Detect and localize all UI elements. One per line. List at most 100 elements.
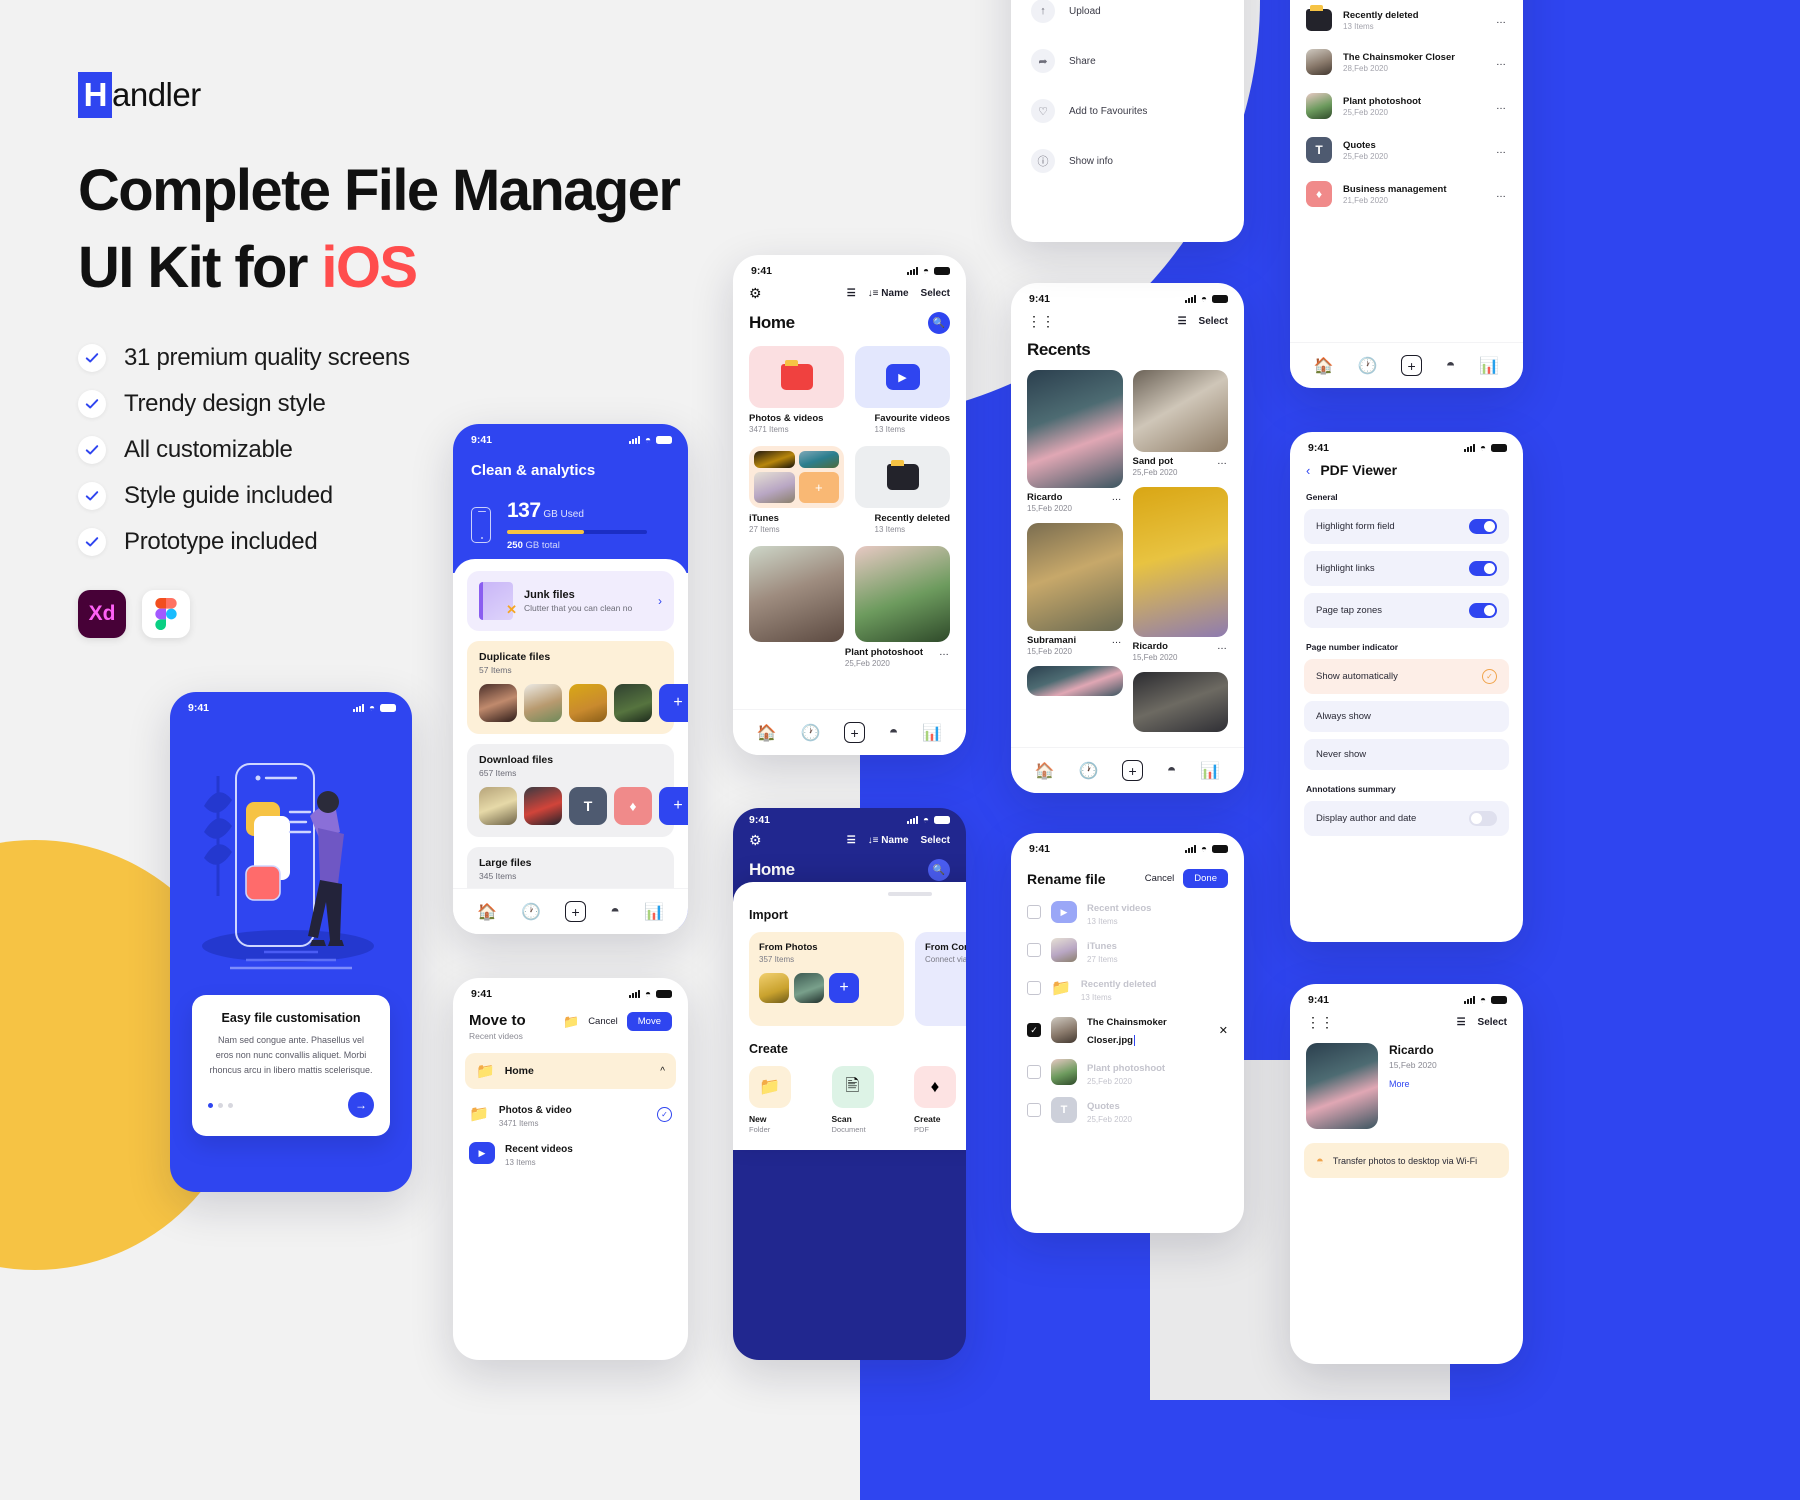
- toggle-switch[interactable]: [1469, 603, 1497, 618]
- more-options-icon[interactable]: …: [939, 647, 950, 658]
- tab-add[interactable]: +: [565, 901, 587, 922]
- photo-thumbnail[interactable]: [1027, 523, 1123, 631]
- filter-icon[interactable]: ⋮⋮: [1027, 313, 1055, 330]
- list-view-icon[interactable]: ☰: [1457, 1017, 1466, 1028]
- wifi-transfer-banner[interactable]: ◓ Transfer photos to desktop via Wi-Fi: [1304, 1143, 1509, 1178]
- tab-analytics[interactable]: 📊: [1479, 356, 1499, 376]
- list-item[interactable]: 📁 Photos & video 3471 Items ✓: [453, 1089, 688, 1128]
- tab-wifi[interactable]: ◓: [1167, 762, 1177, 780]
- screen-onboarding[interactable]: 9:41 ◓ Easy file customisation Nam sed c…: [170, 692, 412, 1192]
- add-button[interactable]: +: [829, 973, 859, 1003]
- thumbnail[interactable]: [614, 684, 652, 722]
- sort-button[interactable]: ↓≡ Name: [868, 835, 909, 846]
- search-icon[interactable]: 🔍: [928, 312, 950, 334]
- thumbnail[interactable]: [569, 684, 607, 722]
- photo-thumbnail[interactable]: [1132, 672, 1228, 732]
- done-button[interactable]: Done: [1183, 869, 1228, 888]
- thumbnail[interactable]: [524, 684, 562, 722]
- row-checkbox[interactable]: [1027, 1103, 1041, 1117]
- sort-button[interactable]: ↓≡ Name: [868, 288, 909, 299]
- sheet-grabber[interactable]: [887, 892, 932, 896]
- toggle-switch[interactable]: [1469, 561, 1497, 576]
- tab-recents[interactable]: 🕐: [800, 723, 820, 743]
- selected-check-icon[interactable]: ✓: [657, 1106, 672, 1122]
- setting-row[interactable]: Page tap zones: [1304, 593, 1509, 628]
- scan-document-action[interactable]: 🖹 Scan Document: [831, 1066, 906, 1134]
- select-button[interactable]: Select: [921, 288, 950, 299]
- toggle-switch[interactable]: [1469, 811, 1497, 826]
- selected-check-icon[interactable]: ✓: [1482, 669, 1497, 684]
- tab-add[interactable]: +: [844, 722, 866, 743]
- row-checkbox[interactable]: ✓: [1027, 1023, 1041, 1037]
- table-row[interactable]: T Quotes 25,Feb 2020 …: [1290, 128, 1523, 172]
- photo-thumbnail[interactable]: [1027, 370, 1123, 488]
- panel-file-list[interactable]: ▶ Recent videos 13 Items … iTunes 27 Ite…: [1290, 0, 1523, 388]
- more-options-icon[interactable]: …: [1496, 101, 1507, 112]
- tab-analytics[interactable]: 📊: [644, 902, 664, 922]
- new-folder-action[interactable]: 📁 New Folder: [749, 1066, 823, 1134]
- from-computer-card[interactable]: From Computer Connect via address bar: [915, 932, 966, 1026]
- photo-thumbnail[interactable]: [1306, 1043, 1378, 1129]
- photo-thumbnail[interactable]: [1027, 666, 1123, 696]
- video-tile[interactable]: ▶: [855, 346, 950, 408]
- deleted-tile[interactable]: [855, 446, 950, 508]
- screen-rename-file[interactable]: 9:41 ◓ Rename file Cancel Done ▶ Recent …: [1011, 833, 1244, 1233]
- cancel-button[interactable]: Cancel: [588, 1016, 618, 1027]
- setting-row[interactable]: Display author and date: [1304, 801, 1509, 836]
- create-pdf-action[interactable]: ♦ Create PDF: [914, 1066, 966, 1134]
- list-view-icon[interactable]: ☰: [847, 835, 856, 846]
- next-button[interactable]: →: [348, 1092, 374, 1118]
- tab-add[interactable]: +: [1122, 760, 1144, 781]
- screen-recents[interactable]: 9:41 ◓ ⋮⋮ ☰ Select Recents Ricardo 15,Fe…: [1011, 283, 1244, 793]
- gear-icon[interactable]: ⚙: [749, 832, 762, 849]
- thumbnail[interactable]: [479, 787, 517, 825]
- table-row[interactable]: ▶ Recent videos 13 Items: [1011, 888, 1244, 926]
- filter-icon[interactable]: ⋮⋮: [1306, 1014, 1334, 1031]
- tab-analytics[interactable]: 📊: [922, 723, 942, 743]
- setting-row[interactable]: Highlight links: [1304, 551, 1509, 586]
- menu-item-show-info[interactable]: ⓘ Show info: [1011, 136, 1244, 186]
- table-row[interactable]: Plant photoshoot 25,Feb 2020 …: [1290, 84, 1523, 128]
- download-files-card[interactable]: Download files 657 Items T ♦ +: [467, 744, 688, 837]
- list-item[interactable]: ▶ Recent videos 13 Items: [453, 1128, 688, 1167]
- tab-home[interactable]: 🏠: [1314, 356, 1334, 376]
- clear-icon[interactable]: ✕: [1219, 1024, 1228, 1037]
- tab-home[interactable]: 🏠: [757, 723, 777, 743]
- more-options-icon[interactable]: …: [1496, 189, 1507, 200]
- screen-import[interactable]: 9:41 ◓ ⚙ ☰ ↓≡ Name Select Home 🔍 Import: [733, 808, 966, 1360]
- thumbnail[interactable]: [759, 973, 789, 1003]
- back-icon[interactable]: ‹: [1306, 463, 1310, 478]
- row-checkbox[interactable]: [1027, 905, 1041, 919]
- row-checkbox[interactable]: [1027, 981, 1041, 995]
- tab-analytics[interactable]: 📊: [1200, 761, 1220, 781]
- pdf-file-icon[interactable]: ♦: [614, 787, 652, 825]
- bottom-tab-bar[interactable]: 🏠 🕐 + ◓ 📊: [453, 888, 688, 934]
- option-row[interactable]: Show automatically ✓: [1304, 659, 1509, 694]
- menu-item-upload[interactable]: ↑ Upload: [1011, 0, 1244, 36]
- bottom-tab-bar[interactable]: 🏠 🕐 + ◓ 📊: [1290, 342, 1523, 388]
- setting-row[interactable]: Highlight form field: [1304, 509, 1509, 544]
- chevron-up-icon[interactable]: ^: [660, 1066, 665, 1077]
- table-row[interactable]: T Quotes 25,Feb 2020: [1011, 1086, 1244, 1124]
- option-row[interactable]: Never show: [1304, 739, 1509, 770]
- select-button[interactable]: Select: [921, 835, 950, 846]
- tab-wifi[interactable]: ◓: [610, 903, 620, 921]
- row-checkbox[interactable]: [1027, 943, 1041, 957]
- photo-thumbnail[interactable]: [1132, 487, 1228, 637]
- tab-home[interactable]: 🏠: [1035, 761, 1055, 781]
- bottom-tab-bar[interactable]: 🏠 🕐 + ◓ 📊: [733, 709, 966, 755]
- move-button[interactable]: Move: [626, 1012, 672, 1031]
- tab-home[interactable]: 🏠: [477, 902, 497, 922]
- more-options-icon[interactable]: …: [1496, 15, 1507, 26]
- option-row[interactable]: Always show: [1304, 701, 1509, 732]
- select-button[interactable]: Select: [1199, 316, 1228, 327]
- search-icon[interactable]: 🔍: [928, 859, 950, 881]
- table-row[interactable]: ♦ Business management 21,Feb 2020 …: [1290, 172, 1523, 216]
- tab-recents[interactable]: 🕐: [521, 902, 541, 922]
- more-options-icon[interactable]: …: [1217, 641, 1228, 652]
- tab-recents[interactable]: 🕐: [1078, 761, 1098, 781]
- bottom-tab-bar[interactable]: 🏠 🕐 + ◓ 📊: [1011, 747, 1244, 793]
- table-row[interactable]: 📁 Recently deleted 13 Items: [1011, 964, 1244, 1002]
- row-checkbox[interactable]: [1027, 1065, 1041, 1079]
- select-button[interactable]: Select: [1478, 1017, 1507, 1028]
